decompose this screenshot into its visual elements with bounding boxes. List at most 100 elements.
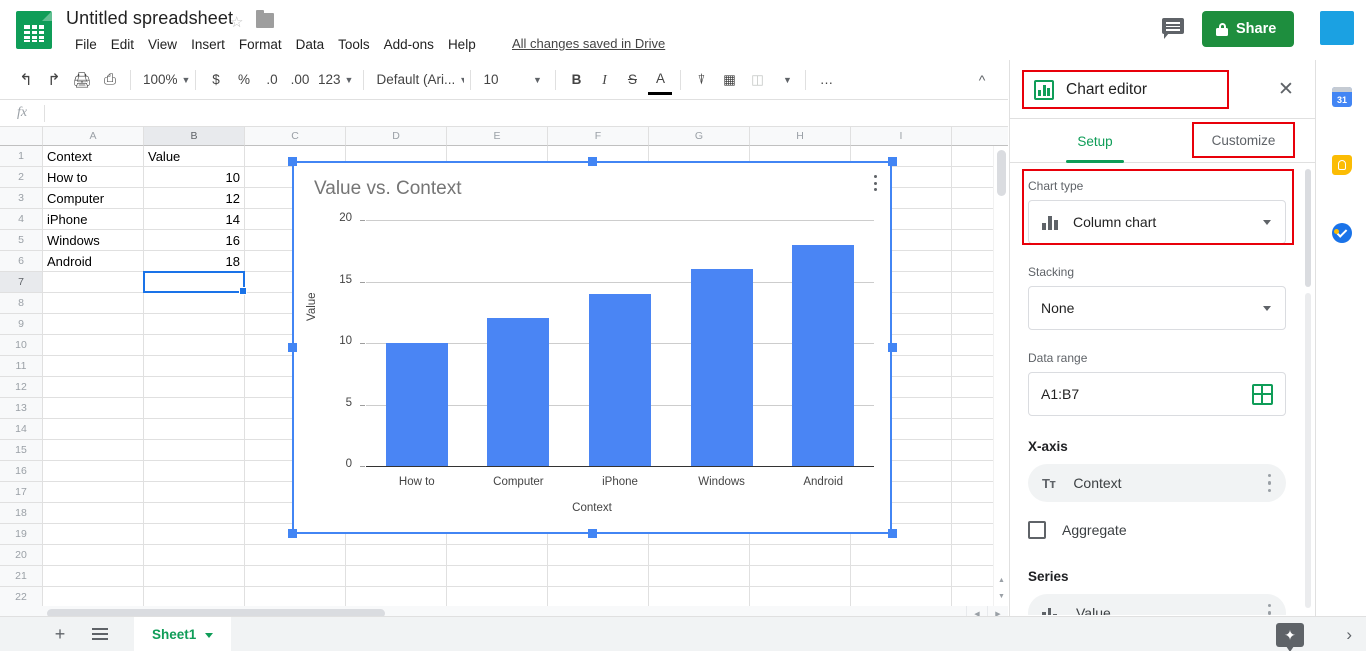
menu-item-file[interactable]: File — [68, 34, 104, 55]
chart-resize-handle-sw[interactable] — [288, 529, 297, 538]
table-cell[interactable] — [43, 503, 144, 524]
editor-scrollbar-thumb[interactable] — [1305, 169, 1311, 287]
table-cell[interactable] — [43, 440, 144, 461]
chart-bar[interactable] — [385, 343, 448, 466]
row-header-18[interactable]: 18 — [0, 503, 43, 524]
table-cell[interactable] — [144, 566, 245, 587]
scrollbar-thumb[interactable] — [997, 150, 1006, 196]
font-size-input[interactable]: 10 — [477, 66, 521, 94]
expand-panel-icon[interactable]: › — [1346, 625, 1352, 645]
stacking-select[interactable]: None — [1028, 286, 1286, 330]
table-cell[interactable] — [144, 293, 245, 314]
column-header-e[interactable]: E — [447, 127, 548, 146]
chart-bar[interactable] — [792, 244, 855, 466]
chart-resize-handle-ne[interactable] — [888, 157, 897, 166]
chart-bar[interactable] — [690, 269, 753, 466]
chart-resize-handle-w[interactable] — [288, 343, 297, 352]
google-sheets-logo-icon[interactable] — [16, 11, 52, 49]
menu-item-insert[interactable]: Insert — [184, 34, 232, 55]
row-header-14[interactable]: 14 — [0, 419, 43, 440]
table-cell[interactable] — [144, 440, 245, 461]
row-header-4[interactable]: 4 — [0, 209, 43, 230]
save-status-label[interactable]: All changes saved in Drive — [512, 36, 665, 51]
number-format-dropdown[interactable]: 123 ▼ — [314, 66, 357, 94]
row-header-21[interactable]: 21 — [0, 566, 43, 587]
merge-cells-icon[interactable]: ◫ — [743, 66, 771, 94]
table-cell[interactable] — [43, 272, 144, 293]
decrease-decimal-icon[interactable]: .0 — [258, 66, 286, 94]
table-cell[interactable] — [144, 377, 245, 398]
print-icon[interactable]: 🖨 — [68, 66, 96, 94]
menu-item-data[interactable]: Data — [289, 34, 332, 55]
table-cell[interactable] — [144, 524, 245, 545]
table-cell[interactable]: iPhone — [43, 209, 144, 230]
column-header-c[interactable]: C — [245, 127, 346, 146]
table-cell[interactable]: Android — [43, 251, 144, 272]
table-cell[interactable] — [245, 566, 346, 587]
table-cell[interactable] — [548, 566, 649, 587]
table-cell[interactable] — [43, 419, 144, 440]
series-options-icon[interactable] — [1268, 604, 1272, 615]
menu-item-format[interactable]: Format — [232, 34, 289, 55]
menu-item-tools[interactable]: Tools — [331, 34, 377, 55]
increase-decimal-icon[interactable]: .00 — [286, 66, 314, 94]
table-cell[interactable] — [144, 335, 245, 356]
table-cell[interactable] — [43, 335, 144, 356]
table-cell[interactable] — [43, 461, 144, 482]
table-cell[interactable] — [43, 314, 144, 335]
table-cell[interactable]: Computer — [43, 188, 144, 209]
table-cell[interactable] — [245, 587, 346, 606]
chart-resize-handle-e[interactable] — [888, 343, 897, 352]
document-title[interactable]: Untitled spreadsheet — [66, 8, 233, 29]
table-cell[interactable] — [144, 356, 245, 377]
aggregate-row[interactable]: Aggregate — [1028, 521, 1127, 539]
text-color-button[interactable]: A — [646, 66, 674, 95]
google-keep-icon[interactable] — [1332, 155, 1352, 175]
table-cell[interactable] — [750, 545, 851, 566]
chart-resize-handle-n[interactable] — [588, 157, 597, 166]
chart-kebab-menu-icon[interactable] — [868, 173, 882, 193]
fill-color-icon[interactable]: ⍒ — [687, 66, 715, 94]
data-range-input[interactable]: A1:B7 — [1028, 372, 1286, 416]
table-cell[interactable] — [750, 566, 851, 587]
google-tasks-icon[interactable] — [1332, 223, 1352, 243]
row-header-22[interactable]: 22 — [0, 587, 43, 606]
table-cell[interactable] — [43, 293, 144, 314]
row-header-12[interactable]: 12 — [0, 377, 43, 398]
table-cell[interactable]: Value — [144, 146, 245, 167]
comment-history-icon[interactable] — [1162, 18, 1184, 39]
x-axis-chip[interactable]: Tᴛ Context — [1028, 464, 1286, 502]
table-cell[interactable]: 10 — [144, 167, 245, 188]
table-cell[interactable] — [447, 587, 548, 606]
google-calendar-icon[interactable]: 31 — [1332, 87, 1352, 107]
table-cell[interactable] — [43, 566, 144, 587]
currency-format-icon[interactable]: $ — [202, 66, 230, 94]
x-axis-options-icon[interactable] — [1268, 474, 1272, 492]
row-header-16[interactable]: 16 — [0, 461, 43, 482]
row-header-8[interactable]: 8 — [0, 293, 43, 314]
table-cell[interactable] — [649, 545, 750, 566]
percent-format-icon[interactable]: % — [230, 66, 258, 94]
table-cell[interactable] — [750, 587, 851, 606]
table-cell[interactable] — [851, 587, 952, 606]
table-cell[interactable] — [43, 545, 144, 566]
column-header-h[interactable]: H — [750, 127, 851, 146]
row-header-13[interactable]: 13 — [0, 398, 43, 419]
chevron-down-icon[interactable] — [205, 632, 214, 638]
table-cell[interactable] — [43, 356, 144, 377]
table-cell[interactable] — [447, 566, 548, 587]
chart-bar[interactable] — [487, 318, 550, 466]
table-cell[interactable]: 18 — [144, 251, 245, 272]
row-header-20[interactable]: 20 — [0, 545, 43, 566]
scroll-down-icon[interactable]: ▼ — [994, 588, 1008, 604]
table-cell[interactable] — [144, 419, 245, 440]
chart-resize-handle-nw[interactable] — [288, 157, 297, 166]
table-cell[interactable] — [245, 545, 346, 566]
font-family-dropdown[interactable]: Default (Ari... ▼ — [370, 66, 464, 94]
row-header-5[interactable]: 5 — [0, 230, 43, 251]
table-cell[interactable] — [447, 545, 548, 566]
tab-setup[interactable]: Setup — [1058, 119, 1132, 163]
row-header-2[interactable]: 2 — [0, 167, 43, 188]
table-cell[interactable] — [851, 545, 952, 566]
row-header-11[interactable]: 11 — [0, 356, 43, 377]
